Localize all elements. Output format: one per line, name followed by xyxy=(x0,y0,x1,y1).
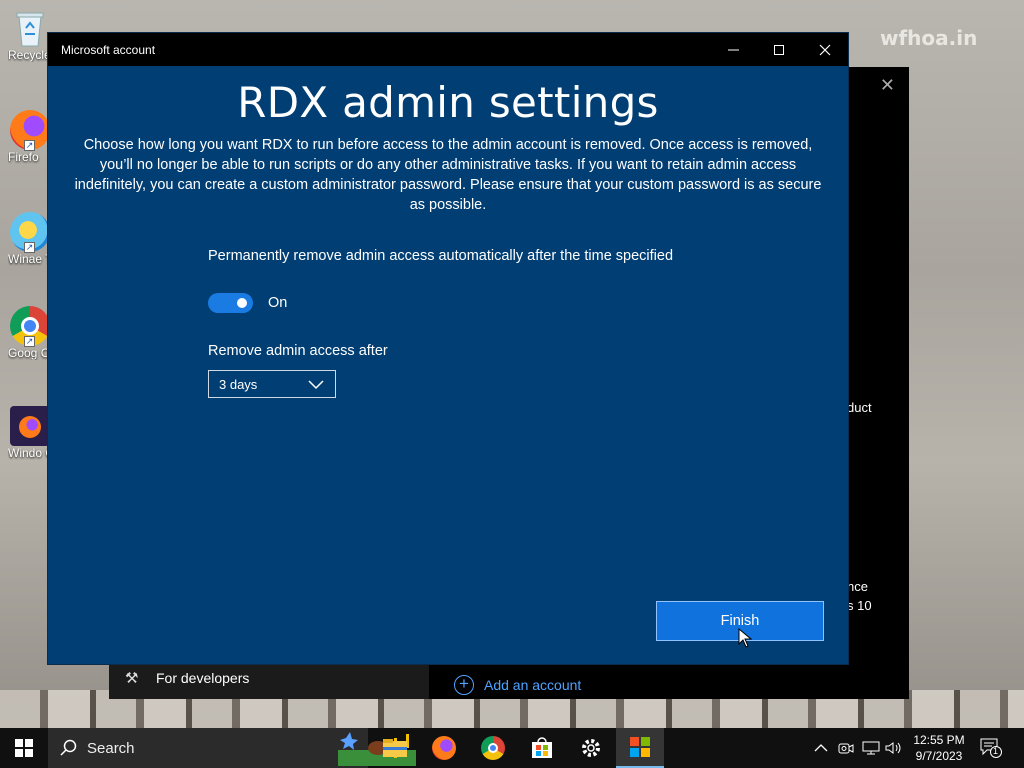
developer-tools-icon: ⚒ xyxy=(125,670,139,687)
chrome-icon xyxy=(481,736,505,760)
minimize-icon xyxy=(727,49,739,51)
desktop-icon-label: Windo Compat xyxy=(8,446,52,460)
taskbar-chrome[interactable] xyxy=(469,728,517,768)
taskbar-firefox[interactable] xyxy=(420,728,468,768)
settings-icon xyxy=(582,739,600,757)
shortcut-arrow-icon: ↗ xyxy=(24,140,35,151)
toggle-label: Permanently remove admin access automati… xyxy=(208,248,674,264)
description-text: Choose how long you want RDX to run befo… xyxy=(74,137,822,213)
shortcut-arrow-icon: ↗ xyxy=(24,242,35,253)
page-title: RDX admin settings xyxy=(237,78,659,127)
chevron-up-icon xyxy=(814,744,828,752)
start-button[interactable] xyxy=(0,728,48,768)
shortcut-arrow-icon: ↗ xyxy=(24,336,35,347)
wallpaper-logo: wfhoa.in xyxy=(880,26,978,50)
toggle-state-text: On xyxy=(268,295,288,311)
desktop-icon-label: Winae Tweak xyxy=(8,252,52,266)
windows-logo-icon xyxy=(15,739,33,757)
system-clock[interactable]: 12:55 PM 9/7/2023 xyxy=(906,732,972,764)
windows-compat-icon xyxy=(10,406,50,446)
clock-time: 12:55 PM xyxy=(913,733,965,747)
store-icon xyxy=(532,737,552,758)
minimize-button[interactable] xyxy=(710,33,756,66)
close-icon xyxy=(819,44,831,55)
dropdown-value: 3 days xyxy=(219,376,258,392)
taskbar-active-app[interactable] xyxy=(616,728,664,768)
chevron-down-icon xyxy=(308,380,324,390)
taskbar-settings[interactable] xyxy=(567,728,615,768)
notification-count: 1 xyxy=(993,746,999,756)
tray-volume[interactable] xyxy=(885,728,903,768)
winaero-tweaker-icon: ↗ xyxy=(10,212,50,253)
tray-network[interactable] xyxy=(862,728,880,768)
rdx-admin-settings-dialog: Microsoft account RDX admin settings Cho… xyxy=(47,32,849,665)
sidebar-item-label: For developers xyxy=(156,670,250,686)
chrome-icon: ↗ xyxy=(10,306,50,347)
notification-icon xyxy=(980,738,1002,758)
firefox-icon: ↗ xyxy=(10,110,50,151)
search-label: Search xyxy=(87,739,135,757)
dialog-titlebar[interactable]: Microsoft account xyxy=(48,33,848,66)
remove-after-dropdown[interactable]: 3 days xyxy=(208,370,336,398)
desktop-icon-label: Firefo xyxy=(8,150,39,164)
window-title: Microsoft account xyxy=(61,42,156,57)
taskbar: Search 12:55 PM 9/7/2023 1 xyxy=(0,728,1024,768)
mouse-cursor-icon xyxy=(738,628,752,648)
taskbar-file-explorer[interactable] xyxy=(371,728,419,768)
taskbar-store[interactable] xyxy=(518,728,566,768)
background-close-icon[interactable]: ✕ xyxy=(880,75,895,96)
firefox-icon xyxy=(432,736,456,760)
maximize-icon xyxy=(774,44,784,55)
tray-meet-now[interactable] xyxy=(838,728,854,768)
search-icon xyxy=(60,739,77,756)
clock-date: 9/7/2023 xyxy=(915,749,963,763)
add-account-label: Add an account xyxy=(484,677,582,693)
show-hidden-icons-button[interactable] xyxy=(814,728,828,768)
app-icon xyxy=(630,737,650,757)
file-explorer-icon xyxy=(383,739,407,757)
background-peek-text: duct xyxy=(847,400,872,415)
background-peek-text: s 10 xyxy=(847,598,872,613)
desktop-icon-label: Recycle xyxy=(8,48,51,62)
background-peek-text: nce xyxy=(847,579,868,594)
remove-admin-toggle[interactable] xyxy=(208,293,253,313)
speaker-icon xyxy=(885,742,901,754)
close-button[interactable] xyxy=(802,33,848,66)
desktop-icon-label: Goog Chron xyxy=(8,346,52,360)
recycle-bin-icon xyxy=(13,8,47,48)
add-account-link[interactable]: + Add an account xyxy=(454,675,581,695)
plus-circle-icon: + xyxy=(454,675,474,695)
network-icon xyxy=(862,741,880,755)
notification-center-button[interactable]: 1 xyxy=(980,738,1002,763)
toggle-knob xyxy=(237,298,247,308)
search-box[interactable]: Search xyxy=(48,728,416,768)
select-label: Remove admin access after xyxy=(208,343,388,359)
camera-icon xyxy=(838,743,854,754)
maximize-button[interactable] xyxy=(756,33,802,66)
